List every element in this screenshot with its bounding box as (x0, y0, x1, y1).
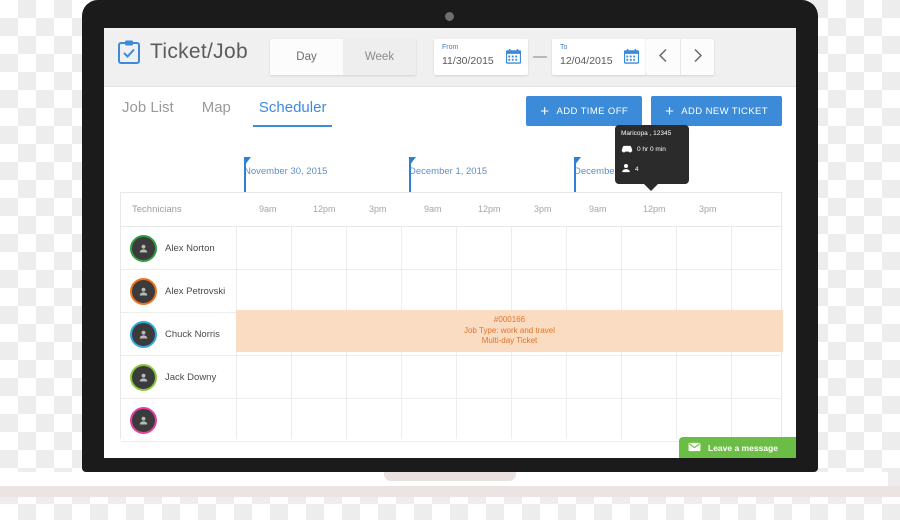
next-period-button[interactable] (680, 39, 714, 75)
ticket-id: #000166 (493, 314, 526, 324)
add-new-ticket-label: ADD NEW TICKET (681, 105, 768, 117)
schedule-grid-header: Technicians 9am 12pm 3pm 9am 12pm 3pm 9a… (121, 193, 781, 227)
technician-cell[interactable]: Alex Norton (121, 227, 236, 269)
table-row[interactable]: Jack Downy (121, 356, 781, 399)
date-from-label: From (442, 44, 459, 51)
technician-name: Jack Downy (165, 371, 217, 383)
date-to-label: To (560, 44, 568, 51)
date-to-value: 12/04/2015 (560, 55, 613, 67)
chat-widget-label: Leave a message (708, 443, 778, 453)
tab-job-list[interactable]: Job List (120, 93, 176, 127)
add-new-ticket-button[interactable]: + ADD NEW TICKET (651, 96, 782, 126)
avatar (130, 277, 157, 305)
chevron-right-icon (692, 48, 703, 66)
technicians-column-header: Technicians (132, 204, 182, 215)
date-from-value: 11/30/2015 (442, 55, 494, 67)
table-row[interactable]: Alex Petrovski (121, 270, 781, 313)
ticket-block[interactable]: #000166 Job Type: work and travel Multi-… (236, 310, 783, 352)
tabs-row: Job List Map Scheduler + ADD TIME OFF + … (104, 87, 796, 136)
ticket-job-type: Job Type: work and travel (463, 325, 555, 335)
date-to-field[interactable]: To 12/04/2015 (552, 39, 646, 75)
tooltip-travel-row: 0 hr 0 min (621, 140, 683, 158)
avatar (130, 234, 157, 262)
technician-cell[interactable]: Chuck Norris (121, 313, 236, 355)
avatar (130, 363, 157, 391)
range-separator (533, 56, 547, 58)
tooltip-people-count: 4 (635, 165, 639, 173)
day-header-row: November 30, 2015 December 1, 2015 Decem… (104, 157, 796, 426)
scheduler-panel: November 30, 2015 December 1, 2015 Decem… (104, 125, 796, 458)
desk-surface (0, 486, 900, 497)
person-icon (621, 160, 631, 178)
day-date-label: December 1, 2015 (409, 166, 488, 177)
person-icon (139, 287, 148, 296)
avatar (130, 320, 157, 348)
person-icon (139, 244, 148, 253)
tooltip-people-row: 4 (621, 160, 683, 178)
chat-widget-button[interactable]: Leave a message (679, 437, 796, 458)
schedule-grid: Technicians 9am 12pm 3pm 9am 12pm 3pm 9a… (120, 192, 783, 442)
ticket-duration: Multi-day Ticket (481, 336, 538, 346)
time-label-d1-t1: 9am (259, 204, 277, 214)
technician-cell[interactable]: Alex Petrovski (121, 270, 236, 312)
tooltip-travel-time: 0 hr 0 min (637, 145, 666, 153)
technician-name: Alex Norton (165, 242, 215, 254)
avatar (130, 406, 157, 434)
laptop-screen-bezel: Ticket/Job Day Week From 11/30/2015 To 1… (82, 0, 818, 472)
day-header-2: December 1, 2015 (400, 157, 488, 426)
ticket-tooltip: Maricopa , 12345 0 hr 0 min 4 (615, 125, 689, 191)
tab-map[interactable]: Map (200, 93, 233, 127)
add-time-off-button[interactable]: + ADD TIME OFF (526, 96, 643, 126)
period-navigation (646, 39, 714, 75)
webcam-icon (445, 12, 454, 21)
time-label-d2-t1: 9am (424, 204, 442, 214)
car-icon (621, 140, 633, 158)
app-branding: Ticket/Job (118, 40, 248, 64)
technician-cell[interactable] (121, 399, 236, 441)
table-row[interactable] (121, 399, 781, 442)
time-label-d3-t1: 9am (589, 204, 607, 214)
time-label-d3-t3: 3pm (699, 204, 717, 214)
time-label-d2-t2: 12pm (478, 204, 501, 214)
table-row[interactable]: Alex Norton (121, 227, 781, 270)
application-screen: Ticket/Job Day Week From 11/30/2015 To 1… (104, 28, 796, 458)
action-button-group: + ADD TIME OFF + ADD NEW TICKET (526, 96, 782, 126)
tab-scheduler[interactable]: Scheduler (252, 93, 332, 127)
view-mode-day[interactable]: Day (270, 39, 343, 75)
page-title: Ticket/Job (150, 40, 248, 63)
add-time-off-label: ADD TIME OFF (556, 105, 629, 117)
person-icon (139, 373, 148, 382)
time-label-d1-t3: 3pm (369, 204, 387, 214)
technician-name: Alex Petrovski (165, 285, 226, 297)
prev-period-button[interactable] (646, 39, 680, 75)
laptop-foot (384, 472, 516, 481)
day-date-label: November 30, 2015 (244, 166, 328, 177)
technician-name: Chuck Norris (165, 328, 220, 340)
envelope-icon (688, 439, 701, 457)
clipboard-check-icon (118, 40, 140, 64)
tooltip-arrow (643, 183, 659, 191)
top-toolbar: Ticket/Job Day Week From 11/30/2015 To 1… (104, 28, 796, 87)
time-label-d2-t3: 3pm (534, 204, 552, 214)
laptop-mockup: Ticket/Job Day Week From 11/30/2015 To 1… (0, 0, 900, 497)
plus-icon: + (540, 102, 550, 120)
chevron-left-icon (658, 48, 669, 66)
day-header-1: November 30, 2015 (235, 157, 328, 426)
tab-bar: Job List Map Scheduler (120, 93, 332, 127)
time-label-d3-t2: 12pm (643, 204, 666, 214)
time-label-d1-t2: 12pm (313, 204, 336, 214)
technician-cell[interactable]: Jack Downy (121, 356, 236, 398)
plus-icon: + (665, 102, 675, 120)
date-from-field[interactable]: From 11/30/2015 (434, 39, 528, 75)
date-range-picker: From 11/30/2015 To 12/04/2015 (434, 39, 646, 75)
tooltip-location: Maricopa , 12345 (621, 130, 672, 137)
person-icon (139, 330, 148, 339)
view-mode-toggle[interactable]: Day Week (270, 39, 416, 75)
view-mode-week[interactable]: Week (343, 39, 416, 75)
person-icon (139, 416, 148, 425)
